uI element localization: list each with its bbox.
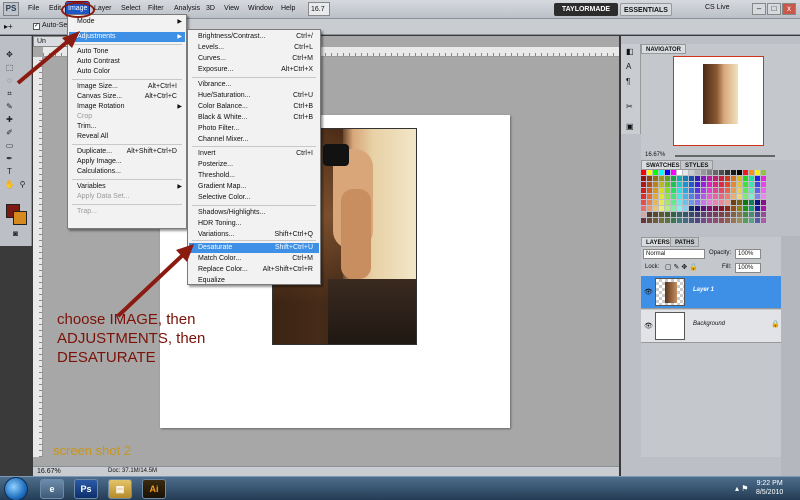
folder-icon[interactable]: ▤ xyxy=(108,479,132,499)
tray-icons[interactable]: ▴ ⚑ xyxy=(735,484,748,493)
annotation-line-3: DESATURATE xyxy=(57,349,156,366)
clock-time: 9:22 PM xyxy=(756,480,783,487)
annotation-line-1: choose IMAGE, then xyxy=(57,311,196,328)
arrow-to-adjustments-icon xyxy=(16,35,75,85)
photoshop-taskbar-button[interactable]: Ps xyxy=(74,479,98,499)
clock-date: 8/5/2010 xyxy=(756,489,784,496)
taskbar-clock[interactable]: 9:22 PM 8/5/2010 xyxy=(756,479,783,497)
annotation-line-2: ADJUSTMENTS, then xyxy=(57,330,206,347)
annotation-text: choose IMAGE, then ADJUSTMENTS, then DES… xyxy=(57,310,277,367)
start-button-icon[interactable] xyxy=(4,477,28,500)
ie-icon[interactable]: e xyxy=(40,479,64,499)
arrow-to-desaturate-icon xyxy=(116,250,188,318)
windows-taskbar: e Ps ▤ Ai ▴ ⚑ xyxy=(0,476,800,500)
annotation-arrows xyxy=(16,31,194,318)
illustrator-taskbar-button[interactable]: Ai xyxy=(142,479,166,499)
screen-shot-label: screen shot 2 xyxy=(53,443,132,458)
